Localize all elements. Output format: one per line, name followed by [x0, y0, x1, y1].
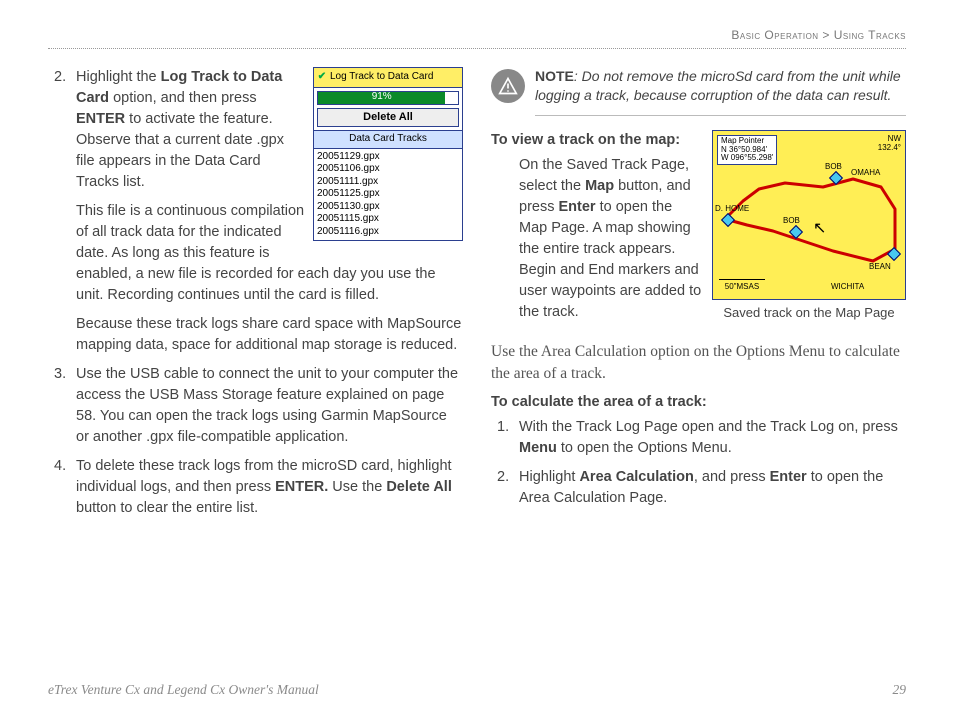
map-caption: Saved track on the Map Page — [712, 304, 906, 323]
step-number: 4. — [54, 456, 66, 477]
step-number: 2. — [54, 67, 66, 88]
footer-title: eTrex Venture Cx and Legend Cx Owner's M… — [48, 682, 319, 698]
map-scale: 50"MSAS — [719, 279, 765, 293]
step-2: 2. Highlight the Log Track to Data Card … — [48, 67, 463, 356]
map-label: D. HOME — [715, 203, 749, 215]
map-screenshot: Map Pointer N 36°50.984' W 096°55.298' N… — [712, 130, 906, 300]
map-label: OMAHA — [851, 167, 880, 179]
footer-page-number: 29 — [893, 682, 907, 698]
step-4: 4. To delete these track logs from the m… — [48, 456, 463, 519]
step-2-para3: Because these track logs share card spac… — [76, 314, 463, 356]
map-heading: NW 132.4° — [878, 135, 901, 153]
cursor-icon: ↖ — [813, 217, 826, 240]
step-number: 3. — [54, 364, 66, 385]
step-2-para2: This file is a continuous compilation of… — [76, 201, 463, 306]
breadcrumb: Basic Operation > Using Tracks — [48, 28, 906, 49]
left-column: ✔ Log Track to Data Card 91% Delete All … — [48, 67, 463, 527]
map-label: WICHITA — [831, 281, 864, 293]
calc-area-heading: To calculate the area of a track: — [491, 392, 906, 413]
step-number: 2. — [497, 467, 509, 488]
breadcrumb-section: Basic Operation — [731, 28, 818, 42]
note-block: NOTE: Do not remove the microSd card fro… — [491, 67, 906, 116]
map-label: BOB — [783, 215, 800, 227]
page-footer: eTrex Venture Cx and Legend Cx Owner's M… — [48, 682, 906, 698]
map-label: BOB — [825, 161, 842, 173]
note-label: NOTE — [535, 68, 574, 84]
breadcrumb-page: Using Tracks — [834, 28, 906, 42]
map-label: BEAN — [869, 261, 891, 273]
warning-icon — [491, 69, 525, 103]
step-3: 3. Use the USB cable to connect the unit… — [48, 364, 463, 448]
calc-step-2: 2. Highlight Area Calculation, and press… — [491, 467, 906, 509]
calc-step-1: 1. With the Track Log Page open and the … — [491, 417, 906, 459]
area-calc-intro: Use the Area Calculation option on the O… — [491, 341, 906, 384]
note-body: : Do not remove the microSd card from th… — [535, 68, 901, 103]
map-figure-wrap: Map Pointer N 36°50.984' W 096°55.298' N… — [712, 130, 906, 323]
map-pointer-info: Map Pointer N 36°50.984' W 096°55.298' — [717, 135, 777, 165]
right-column: NOTE: Do not remove the microSd card fro… — [491, 67, 906, 527]
step-number: 1. — [497, 417, 509, 438]
